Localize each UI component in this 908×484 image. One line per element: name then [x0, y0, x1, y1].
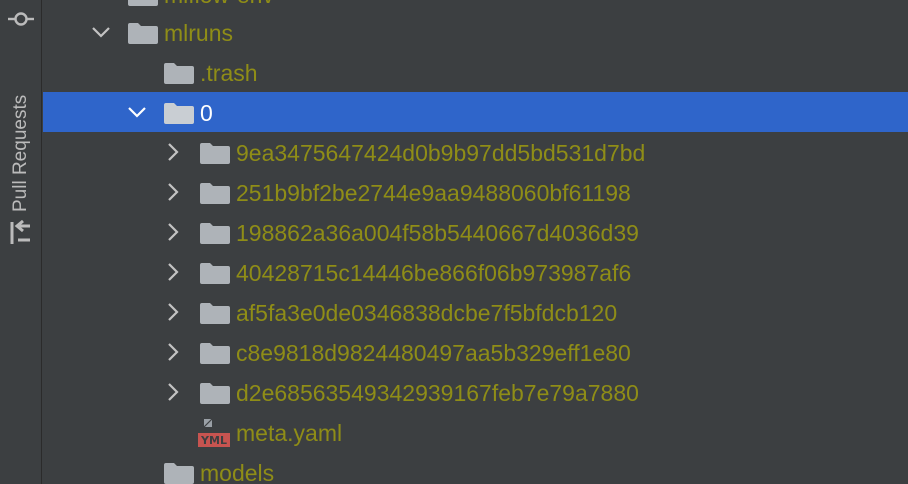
chevron-right-icon[interactable] [163, 262, 183, 282]
pull-requests-label: Pull Requests [10, 94, 31, 212]
tool-window-strip: Pull Requests [0, 0, 42, 484]
tree-item-label: mlruns [164, 20, 234, 46]
tree-item-label: 251b9bf2be2744e9aa9488060bf61198 [236, 180, 631, 206]
tree-row-run[interactable]: 40428715c14446be866f06b973987af6 [43, 252, 908, 292]
folder-icon [128, 0, 158, 6]
tree-row-run[interactable]: 251b9bf2be2744e9aa9488060bf61198 [43, 172, 908, 212]
tree-row-meta-yaml[interactable]: YML meta.yaml [43, 412, 908, 452]
project-tree: mlflow-env mlruns .trash 0 [43, 0, 908, 484]
chevron-right-icon[interactable] [163, 222, 183, 242]
tree-row-run[interactable]: 9ea3475647424d0b9b97dd5bd531d7bd [43, 132, 908, 172]
tree-item-label: 40428715c14446be866f06b973987af6 [236, 260, 632, 286]
folder-icon [200, 142, 230, 164]
tree-item-label: 198862a36a004f58b5440667d4036d39 [236, 220, 639, 246]
folder-icon [164, 102, 194, 124]
folder-icon [200, 342, 230, 364]
chevron-right-icon[interactable] [163, 182, 183, 202]
tree-row-trash[interactable]: .trash [43, 52, 908, 92]
folder-icon [200, 222, 230, 244]
tree-item-label: meta.yaml [236, 420, 343, 446]
tree-row-run[interactable]: d2e68563549342939167feb7e79a7880 [43, 372, 908, 412]
folder-icon [200, 262, 230, 284]
tree-item-label: 0 [200, 100, 213, 126]
tree-item-label: models [200, 460, 275, 484]
tree-row-run[interactable]: af5fa3e0de0346838dcbe7f5bfdcb120 [43, 292, 908, 332]
pull-requests-tab[interactable]: Pull Requests [6, 72, 36, 252]
tree-item-label: af5fa3e0de0346838dcbe7f5bfdcb120 [236, 300, 618, 326]
tree-row-mlruns[interactable]: mlruns [43, 12, 908, 52]
folder-icon [128, 22, 158, 44]
folder-icon [200, 382, 230, 404]
commit-icon[interactable] [8, 6, 34, 32]
tree-item-label: 9ea3475647424d0b9b97dd5bd531d7bd [236, 140, 646, 166]
tree-item-label: c8e9818d9824480497aa5b329eff1e80 [236, 340, 631, 366]
tree-row-0-selected[interactable]: 0 [43, 92, 908, 132]
chevron-right-icon[interactable] [163, 302, 183, 322]
pull-request-icon [10, 219, 32, 246]
tree-item-label: d2e68563549342939167feb7e79a7880 [236, 380, 639, 406]
folder-icon [200, 182, 230, 204]
tree-row-models[interactable]: models [43, 452, 908, 484]
folder-icon [200, 302, 230, 324]
tree-item-label: .trash [200, 60, 258, 86]
folder-icon [164, 462, 194, 484]
chevron-right-icon[interactable] [163, 382, 183, 402]
chevron-right-icon[interactable] [163, 342, 183, 362]
chevron-down-icon[interactable] [127, 102, 147, 122]
folder-icon [164, 62, 194, 84]
tree-row-run[interactable]: c8e9818d9824480497aa5b329eff1e80 [43, 332, 908, 372]
yaml-file-icon: YML [198, 418, 230, 448]
chevron-right-icon[interactable] [163, 142, 183, 162]
chevron-down-icon[interactable] [91, 22, 111, 42]
ide-window: Pull Requests mlflow-env [0, 0, 908, 484]
tree-row-run[interactable]: 198862a36a004f58b5440667d4036d39 [43, 212, 908, 252]
yml-badge: YML [200, 434, 227, 447]
